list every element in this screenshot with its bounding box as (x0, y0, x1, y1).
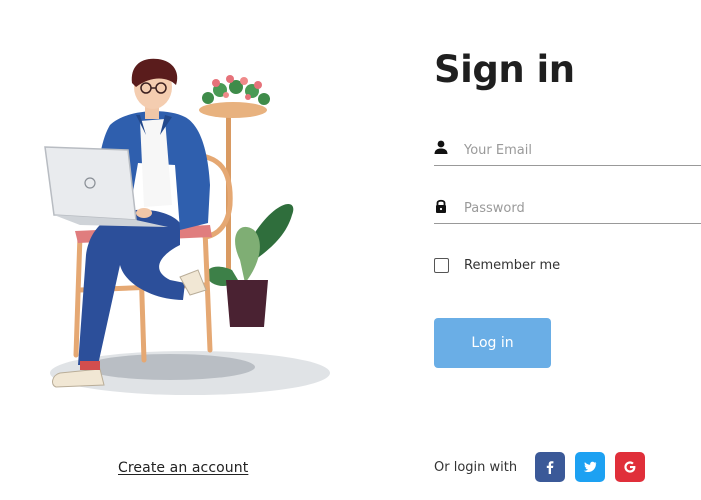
login-button[interactable]: Log in (434, 318, 551, 368)
lock-icon (436, 199, 446, 213)
sock-red (80, 361, 100, 370)
google-icon (624, 461, 636, 473)
create-account-link[interactable]: Create an account (118, 460, 248, 476)
twitter-login-button[interactable] (575, 452, 605, 482)
facebook-login-button[interactable] (535, 452, 565, 482)
laptop-screen (44, 146, 137, 221)
twitter-icon (583, 461, 597, 472)
email-field (434, 138, 701, 166)
remember-me-label: Remember me (464, 257, 561, 273)
signin-illustration (44, 58, 330, 395)
floor-shadow-dark (85, 354, 255, 380)
facebook-icon (546, 461, 554, 474)
google-login-button[interactable] (615, 452, 645, 482)
plant-pot (226, 280, 268, 327)
plant-leaf-light (235, 226, 260, 283)
person-icon (434, 140, 448, 154)
password-field (434, 196, 701, 224)
remember-me[interactable]: Remember me (434, 256, 560, 274)
flower-bunch (202, 75, 270, 105)
remember-me-checkbox[interactable] (434, 257, 449, 273)
or-login-with-label: Or login with (434, 460, 518, 475)
page-title: Sign in (434, 48, 575, 91)
plant-stand-dish (199, 102, 267, 118)
password-input[interactable] (464, 196, 694, 220)
hand (136, 208, 152, 218)
email-input[interactable] (464, 138, 694, 162)
